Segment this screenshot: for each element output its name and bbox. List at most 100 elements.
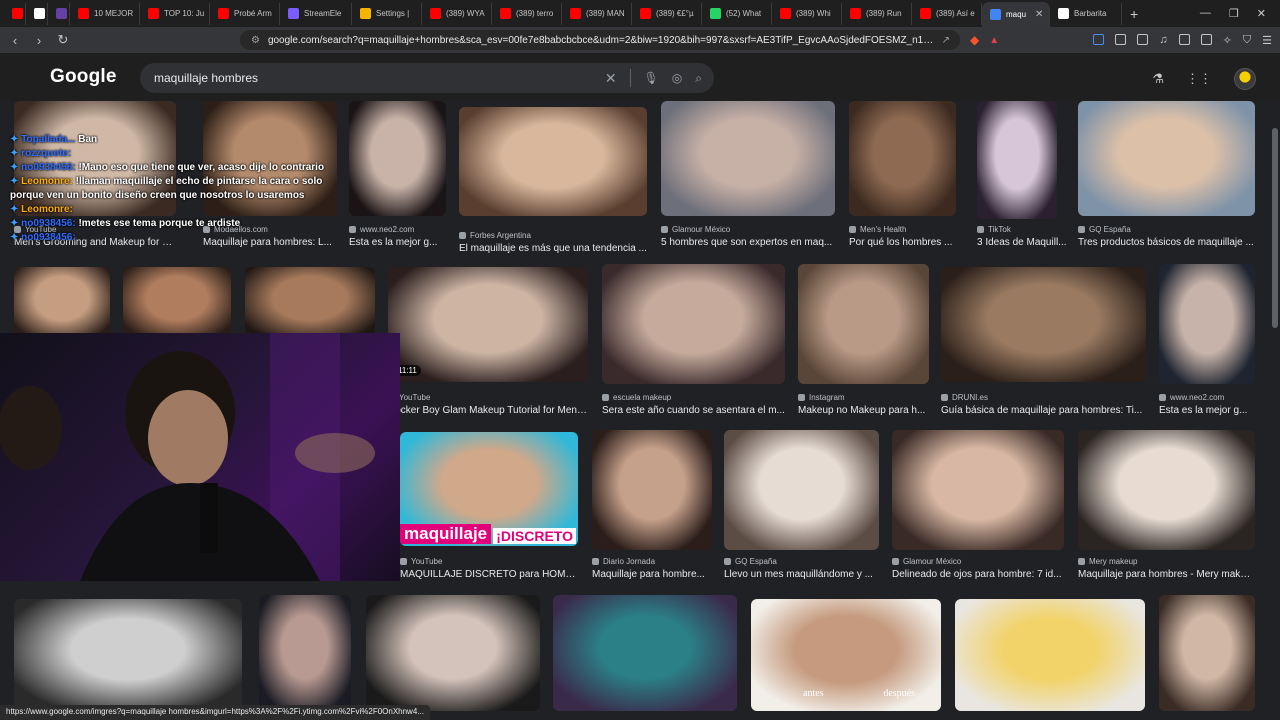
google-logo[interactable]: Google [50,66,117,88]
result-title[interactable]: Tres productos básicos de maquillaje ... [1078,237,1255,248]
result-thumbnail[interactable] [724,430,879,550]
result-thumbnail[interactable] [592,430,712,550]
browser-tab[interactable]: (389) Whi [772,2,842,25]
extensions-icon[interactable] [1115,33,1127,45]
browser-toolbar: ‹ › ↻ ☆ ⚙ google.com/search?q=maquillaje… [0,27,1280,53]
result-thumbnail[interactable] [366,595,540,711]
result-title[interactable]: Guía básica de maquillaje para hombres: … [941,405,1146,416]
lens-icon[interactable]: ◎ [672,71,682,85]
browser-tab[interactable]: maqu ✕ [982,2,1050,27]
result-thumbnail[interactable] [14,267,110,337]
browser-tab[interactable] [48,2,70,25]
result-thumbnail[interactable] [602,264,785,384]
result-thumbnail[interactable] [14,599,242,711]
result-title[interactable]: El maquillaje es más que una tendencia .… [459,243,647,254]
result-thumbnail[interactable] [1159,595,1255,711]
result-thumbnail[interactable] [941,267,1146,382]
tab-favicon-icon [640,8,651,19]
close-window-icon[interactable]: ✕ [1257,7,1266,20]
browser-tab[interactable]: (52) What [702,2,772,25]
back-icon[interactable]: ‹ [8,33,22,48]
mic-icon[interactable]: 🎙︎ [644,71,659,85]
browser-tab[interactable]: (389) WYA [422,2,492,25]
screenshot-icon[interactable] [1137,33,1149,45]
clear-icon[interactable]: ✕ [605,70,617,87]
browser-tab[interactable]: TOP 10: Ju [140,2,210,25]
result-thumbnail[interactable]: antes después [751,599,941,711]
minimize-icon[interactable]: — [1200,7,1211,20]
result-thumbnail[interactable]: 11:11 [388,267,588,382]
menu-icon[interactable]: ☰ [1262,34,1272,47]
result-thumbnail[interactable] [123,267,231,337]
browser-tab[interactable]: (389) €£°µ [632,2,702,25]
chat-text: !metes ese tema porque te ardiste [78,218,241,229]
result-thumbnail[interactable] [1078,430,1255,550]
result-title[interactable]: Delineado de ojos para hombre: 7 id... [892,569,1064,580]
result-source: YouTube [399,393,431,402]
browser-tab[interactable]: (389) Así e [912,2,982,25]
result-title[interactable]: Makeup no Makeup para h... [798,405,929,416]
share-icon[interactable]: ↗ [942,35,950,46]
result-source: Glamour México [672,225,731,234]
forward-icon[interactable]: › [32,33,46,48]
browser-tab[interactable]: Settings | [352,2,422,25]
result-title[interactable]: MAQUILLAJE DISCRETO para HOMBR... [400,569,578,580]
result-title[interactable]: Sera este año cuando se asentara el m... [602,405,785,416]
browser-tab[interactable]: (389) MAN [562,2,632,25]
close-tab-icon[interactable]: ✕ [1035,9,1043,20]
browser-tab[interactable] [4,2,26,25]
vpn-icon[interactable]: ⛉ [1243,34,1251,47]
result-thumbnail[interactable]: maquillaje ¡DISCRETO [400,432,578,546]
result-title[interactable]: 3 Ideas de Maquill... [977,237,1077,248]
chat-username: Leomonre: [21,176,73,187]
address-bar[interactable]: ☆ ⚙ google.com/search?q=maquillaje+hombr… [240,30,960,50]
browser-tab[interactable]: StreamEle [280,2,352,25]
site-info-icon[interactable]: ⚙ [251,35,260,46]
result-title[interactable]: Llevo un mes maquillándome y ... [724,569,879,580]
result-thumbnail[interactable] [259,595,351,711]
browser-tab[interactable] [26,2,48,25]
translate-icon[interactable] [1093,33,1105,45]
sidebar-icon[interactable] [1178,33,1190,45]
result-thumbnail[interactable] [849,101,956,216]
leo-icon[interactable]: ✧ [1223,34,1232,47]
browser-tab[interactable]: (389) Run [842,2,912,25]
result-thumbnail[interactable] [798,264,929,384]
search-icon[interactable]: ⌕ [695,71,702,86]
result-title[interactable]: Maquillaje para hombre... [592,569,712,580]
result-thumbnail[interactable] [245,267,375,337]
result-title[interactable]: Por qué los hombres ... [849,237,956,248]
result-thumbnail[interactable] [1159,264,1255,384]
result-thumbnail[interactable] [459,107,647,216]
browser-tab[interactable]: Barbarita [1050,2,1122,25]
tab-label: (389) Run [866,9,902,18]
apps-icon[interactable]: ⋮⋮ [1186,71,1212,87]
rewards-icon[interactable]: ▲ [989,35,999,46]
browser-tab[interactable]: (389) terro [492,2,562,25]
result-thumbnail[interactable] [661,101,835,216]
scrollbar[interactable] [1272,128,1278,328]
avatar[interactable] [1234,68,1256,90]
maximize-icon[interactable]: ❐ [1229,7,1239,20]
extensions-area: ♫ ✧ ⛉ ☰ [1093,33,1272,47]
wallet-icon[interactable] [1200,33,1212,45]
result-thumbnail[interactable] [1078,101,1255,216]
new-tab-icon[interactable]: + [1122,6,1146,22]
browser-tab[interactable]: Probé Arm [210,2,280,25]
result-thumbnail[interactable] [977,101,1057,219]
result-thumbnail[interactable] [553,595,737,711]
music-icon[interactable]: ♫ [1159,34,1167,47]
result-title[interactable]: 5 hombres que son expertos en maq... [661,237,835,248]
result-title[interactable]: Esta es la mejor g... [1159,405,1259,416]
result-thumbnail[interactable] [955,599,1145,711]
search-input[interactable]: maquillaje hombres [154,71,258,85]
result-thumbnail[interactable] [892,430,1064,550]
labs-icon[interactable]: ⚗ [1152,71,1164,87]
result-title[interactable]: Maquillaje para hombres - Mery makeup [1078,569,1255,580]
search-box[interactable]: maquillaje hombres ✕ 🎙︎ ◎ ⌕ [140,63,714,93]
browser-tab[interactable]: 10 MEJOR [70,2,140,25]
tab-favicon-icon [500,8,511,19]
result-title[interactable]: Rocker Boy Glam Makeup Tutorial for Men … [388,405,588,416]
reload-icon[interactable]: ↻ [56,32,70,48]
brave-shield-icon[interactable]: ◆ [970,33,979,47]
